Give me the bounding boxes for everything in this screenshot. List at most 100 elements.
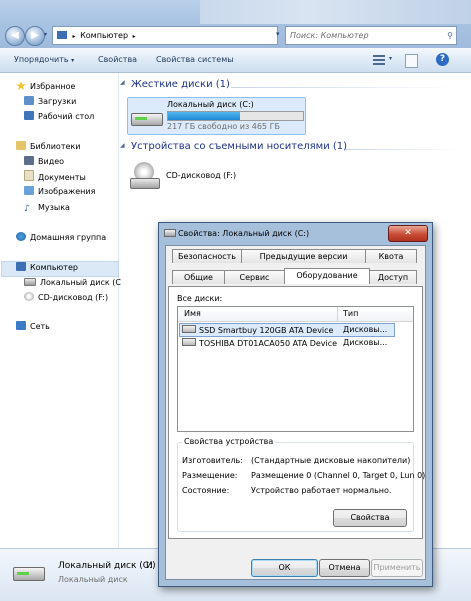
sidebar-item-music[interactable]: ♪ Музыка bbox=[24, 201, 70, 215]
close-icon: ✕ bbox=[404, 228, 412, 238]
table-row[interactable]: TOSHIBA DT01ACA050 ATA Device Дисковы... bbox=[179, 337, 393, 349]
disk-name-cell: TOSHIBA DT01ACA050 ATA Device bbox=[182, 338, 337, 348]
hard-drive-icon bbox=[131, 109, 163, 127]
sidebar-item-images[interactable]: Изображения bbox=[24, 185, 95, 199]
system-properties-button[interactable]: Свойства системы bbox=[156, 48, 234, 72]
sidebar-label: Избранное bbox=[30, 82, 76, 91]
video-icon bbox=[24, 156, 34, 165]
network-icon bbox=[16, 321, 26, 330]
back-button[interactable]: ◀ bbox=[5, 26, 25, 46]
sidebar-item-libraries[interactable]: Библиотеки bbox=[16, 140, 80, 154]
search-input[interactable]: Поиск: Компьютер ⚲ bbox=[285, 26, 457, 45]
table-row-selected[interactable]: SSD Smartbuy 120GB ATA Device Дисковы... bbox=[179, 323, 395, 337]
list-header bbox=[178, 307, 413, 322]
group-header-hard-disks[interactable]: Жесткие диски (1) bbox=[131, 79, 230, 90]
sidebar-item-favorites[interactable]: Избранное bbox=[16, 80, 75, 94]
sidebar-item-downloads[interactable]: Загрузки bbox=[24, 95, 76, 109]
hard-drive-icon bbox=[24, 278, 36, 286]
group-header-removable[interactable]: Устройства со съемными носителями (1) bbox=[131, 141, 347, 152]
sidebar-label: Домашняя группа bbox=[30, 233, 107, 242]
dialog-body: Безопасность Предыдущие версии Квота Общ… bbox=[165, 245, 426, 580]
status-value: Устройство работает нормально. bbox=[251, 486, 392, 495]
column-header-type[interactable]: Тип bbox=[343, 309, 358, 318]
address-bar[interactable]: ▸ Компьютер ▸ bbox=[52, 26, 278, 45]
hard-drive-icon bbox=[182, 325, 196, 333]
images-icon bbox=[24, 186, 34, 195]
view-options-icon[interactable] bbox=[373, 55, 385, 65]
sidebar-label: Рабочий стол bbox=[38, 112, 95, 121]
dialog-title: Свойства: Локальный диск (C:) bbox=[178, 229, 310, 238]
sidebar-label: Загрузки bbox=[38, 97, 77, 106]
tab-sharing[interactable]: Доступ bbox=[369, 270, 417, 284]
apply-button[interactable]: Применить bbox=[371, 559, 423, 577]
sidebar-item-computer[interactable]: Компьютер bbox=[16, 261, 78, 275]
collapse-removable-icon[interactable]: ◢ bbox=[120, 142, 125, 149]
disk-usage-bar bbox=[167, 111, 304, 121]
collapse-hard-disks-icon[interactable]: ◢ bbox=[120, 79, 125, 86]
organize-button[interactable]: Упорядочить ▾ bbox=[14, 48, 74, 72]
sidebar-label: Изображения bbox=[38, 187, 96, 196]
manufacturer-value: (Стандартные дисковые накопители) bbox=[251, 456, 411, 465]
organize-label: Упорядочить bbox=[14, 55, 69, 64]
sidebar-item-cd-drive[interactable]: CD-дисковод (F:) bbox=[24, 291, 108, 305]
sidebar-item-desktop[interactable]: Рабочий стол bbox=[24, 110, 94, 124]
column-divider[interactable] bbox=[337, 307, 338, 321]
local-disk-tile[interactable]: Локальный диск (C:) 217 ГБ свободно из 4… bbox=[127, 97, 306, 135]
sidebar-item-local-disk[interactable]: Локальный диск (C bbox=[24, 276, 121, 290]
computer-icon bbox=[57, 31, 67, 39]
close-button[interactable]: ✕ bbox=[388, 225, 428, 242]
breadcrumb-chevron-icon[interactable]: ▸ bbox=[133, 33, 136, 40]
sidebar-label: Сеть bbox=[30, 322, 50, 331]
tab-security[interactable]: Безопасность bbox=[172, 249, 242, 263]
disk-usage-fill bbox=[168, 112, 240, 120]
recent-pages-chevron-icon[interactable]: ▾ bbox=[44, 31, 47, 38]
back-arrow-icon: ◀ bbox=[11, 30, 19, 41]
breadcrumb-computer[interactable]: Компьютер bbox=[80, 31, 128, 40]
tab-service[interactable]: Сервис bbox=[224, 270, 285, 284]
ok-button[interactable]: ОК bbox=[251, 559, 318, 577]
hard-drive-icon bbox=[164, 229, 176, 237]
help-icon[interactable]: ? bbox=[436, 53, 449, 66]
column-header-name[interactable]: Имя bbox=[184, 309, 201, 318]
homegroup-icon bbox=[16, 232, 26, 241]
preview-pane-icon[interactable] bbox=[405, 54, 418, 68]
group-divider bbox=[231, 87, 461, 88]
details-item-type: Локальный диск bbox=[58, 575, 128, 584]
hard-drive-icon bbox=[182, 338, 196, 346]
forward-button[interactable]: ▶ bbox=[25, 26, 45, 46]
sidebar-item-homegroup[interactable]: Домашняя группа bbox=[16, 231, 106, 245]
search-placeholder: Поиск: Компьютер bbox=[290, 31, 369, 40]
sidebar-item-video[interactable]: Видео bbox=[24, 155, 64, 169]
disk-name-cell: SSD Smartbuy 120GB ATA Device bbox=[182, 325, 333, 335]
disk-type-cell: Дисковы... bbox=[343, 325, 388, 334]
computer-icon bbox=[16, 262, 26, 271]
disk-type-cell: Дисковы... bbox=[343, 338, 388, 347]
libraries-icon bbox=[16, 141, 26, 150]
dropdown-arrow-icon: ▾ bbox=[71, 57, 75, 64]
tab-quota[interactable]: Квота bbox=[365, 249, 417, 263]
cancel-button[interactable]: Отмена bbox=[319, 559, 370, 577]
disks-list[interactable]: Имя Тип SSD Smartbuy 120GB ATA Device Ди… bbox=[177, 306, 414, 432]
search-icon[interactable]: ⚲ bbox=[447, 27, 453, 44]
location-value: Размещение 0 (Channel 0, Target 0, Lun 0… bbox=[251, 471, 426, 480]
location-label: Размещение: bbox=[182, 471, 238, 480]
sidebar-item-network[interactable]: Сеть bbox=[16, 320, 50, 334]
sidebar-label: Музыка bbox=[38, 203, 70, 212]
tab-general[interactable]: Общие bbox=[172, 270, 225, 284]
sidebar-label: Компьютер bbox=[30, 263, 78, 272]
downloads-folder-icon bbox=[24, 96, 34, 105]
sidebar-item-documents[interactable]: Документы bbox=[24, 170, 86, 184]
view-dropdown-icon[interactable]: ▾ bbox=[389, 55, 392, 62]
properties-button[interactable]: Свойства bbox=[98, 48, 137, 72]
device-properties-button[interactable]: Свойства bbox=[333, 509, 407, 527]
tab-previous-versions[interactable]: Предыдущие версии bbox=[241, 249, 366, 263]
star-icon bbox=[16, 81, 26, 90]
refresh-icon[interactable]: ▾ bbox=[276, 26, 284, 43]
all-disks-label: Все диски: bbox=[177, 294, 223, 303]
breadcrumb-separator-icon[interactable]: ▸ bbox=[73, 33, 76, 40]
forward-arrow-icon: ▶ bbox=[31, 30, 39, 41]
tab-hardware[interactable]: Оборудование bbox=[284, 268, 370, 284]
cd-drive-tile[interactable]: CD-дисковод (F:) bbox=[128, 162, 268, 192]
disk-name: SSD Smartbuy 120GB ATA Device bbox=[199, 326, 334, 335]
disk-name: TOSHIBA DT01ACA050 ATA Device bbox=[199, 339, 338, 348]
